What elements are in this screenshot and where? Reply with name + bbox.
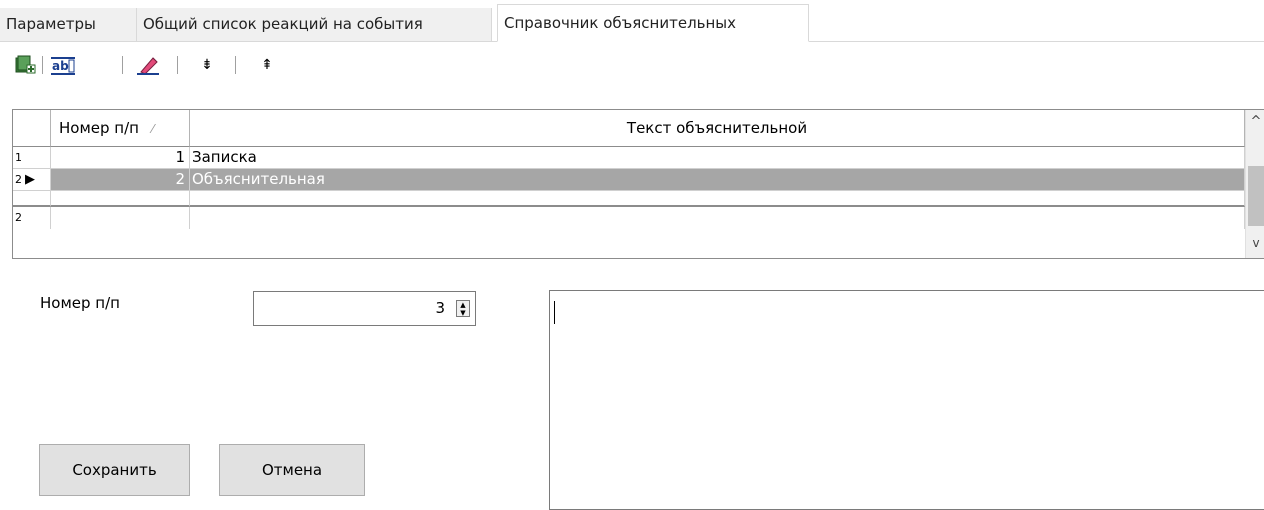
sort-indicator-icon: ⁄	[151, 122, 154, 136]
number-value: 3	[435, 299, 445, 317]
move-up-button[interactable]: ⇞	[256, 54, 278, 76]
cancel-button[interactable]: Отмена	[219, 444, 365, 496]
move-down-icon: ⇟	[201, 57, 213, 73]
cell-number[interactable]: 1	[51, 147, 190, 169]
footer-cell-text	[190, 207, 1245, 229]
number-label: Номер п/п	[40, 294, 120, 312]
explanations-grid[interactable]: Номер п/п ⁄ Текст объяснительной 1 1 Зап…	[12, 109, 1264, 259]
row-indicator-number: 1	[15, 151, 22, 164]
row-indicator: 1	[13, 147, 51, 169]
erase-button[interactable]	[135, 54, 161, 76]
toolbar: ab ⇟ ⇞	[0, 50, 700, 80]
column-header-number-label: Номер п/п	[59, 119, 139, 137]
grid-header-row: Номер п/п ⁄ Текст объяснительной	[13, 110, 1245, 147]
toolbar-separator	[235, 56, 236, 74]
save-button[interactable]: Сохранить	[39, 444, 190, 496]
number-spinner[interactable]: 3 ▲ ▼	[253, 291, 476, 326]
scroll-down-icon: v	[1252, 236, 1260, 250]
grid-blank-row	[13, 191, 1245, 207]
footer-indicator: 2	[13, 207, 51, 229]
erase-icon	[137, 57, 159, 75]
scroll-up-icon: ^	[1250, 114, 1262, 129]
footer-cell-number	[51, 207, 190, 229]
add-record-icon	[15, 55, 36, 74]
tab-explanations-reference[interactable]: Справочник объяснительных	[497, 4, 809, 42]
tab-explanations-reference-label: Справочник объяснительных	[504, 14, 737, 32]
current-row-arrow-icon: ▶	[25, 172, 35, 187]
cell-number[interactable]: 2	[51, 169, 190, 191]
tab-parameters[interactable]: Параметры	[0, 8, 137, 41]
row-indicator: 2 ▶	[13, 169, 51, 191]
spinner-buttons[interactable]: ▲ ▼	[456, 300, 470, 317]
cell-text[interactable]: Записка	[190, 147, 1245, 169]
save-button-label: Сохранить	[72, 461, 157, 479]
spin-up-icon[interactable]: ▲	[457, 301, 469, 309]
row-indicator-number: 2	[15, 173, 22, 186]
column-header-text-label: Текст объяснительной	[626, 119, 808, 137]
tab-reactions-list[interactable]: Общий список реакций на события	[137, 8, 492, 41]
text-cursor	[554, 301, 555, 324]
grid-footer-row: 2	[13, 207, 1245, 229]
tab-reactions-list-label: Общий список реакций на события	[143, 15, 423, 33]
column-header-number[interactable]: Номер п/п ⁄	[51, 110, 190, 147]
column-header-text[interactable]: Текст объяснительной	[190, 110, 1245, 147]
tab-parameters-label: Параметры	[6, 15, 96, 33]
tab-strip: Параметры Общий список реакций на событи…	[0, 0, 1264, 42]
table-row-selected[interactable]: 2 ▶ 2 Объяснительная	[13, 169, 1245, 191]
edit-text-button[interactable]: ab	[48, 54, 78, 76]
toolbar-separator	[177, 56, 178, 74]
vertical-scrollbar[interactable]: ^ v	[1245, 110, 1264, 258]
scroll-up-button[interactable]: ^	[1246, 110, 1264, 150]
toolbar-separator	[42, 56, 43, 74]
cancel-button-label: Отмена	[261, 461, 323, 479]
svg-text:ab: ab	[52, 59, 69, 73]
cell-text[interactable]: Объяснительная	[190, 169, 1245, 191]
toolbar-separator	[122, 56, 123, 74]
add-record-button[interactable]	[14, 54, 36, 76]
table-row[interactable]: 1 1 Записка	[13, 147, 1245, 169]
explanation-text-field[interactable]	[549, 290, 1264, 510]
scrollbar-thumb[interactable]	[1248, 166, 1264, 226]
spin-down-icon[interactable]: ▼	[457, 309, 469, 317]
scroll-down-button[interactable]: v	[1246, 228, 1264, 258]
move-up-icon: ⇞	[261, 57, 273, 73]
edit-text-icon: ab	[51, 57, 75, 75]
move-down-button[interactable]: ⇟	[196, 54, 218, 76]
grid-header-indicator	[13, 110, 51, 147]
